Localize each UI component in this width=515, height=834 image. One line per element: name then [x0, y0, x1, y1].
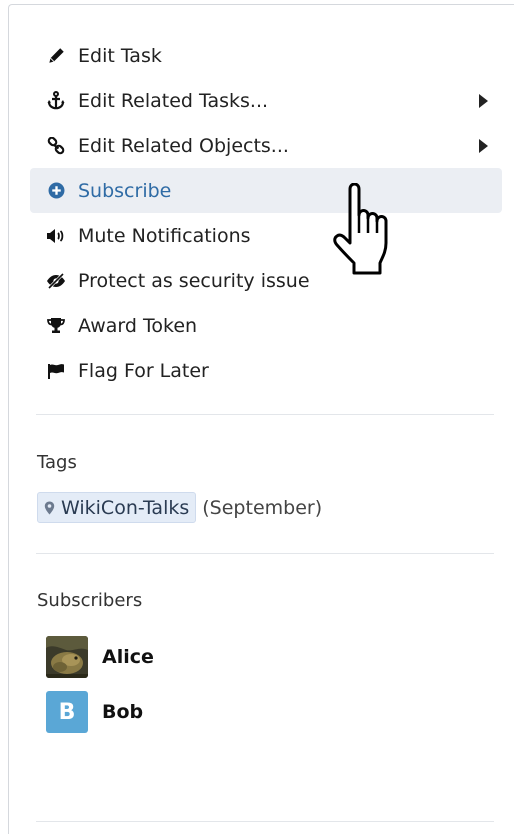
plus-circle-icon	[44, 182, 68, 199]
subscriber-name[interactable]: Alice	[102, 646, 154, 668]
submenu-arrow-icon	[479, 138, 488, 153]
tag-suffix: (September)	[202, 496, 323, 519]
award-token-action[interactable]: Award Token	[30, 303, 502, 348]
eye-slash-icon	[44, 272, 68, 289]
action-label: Protect as security issue	[78, 269, 310, 292]
edit-task-action[interactable]: Edit Task	[30, 33, 502, 78]
edit-related-objects-action[interactable]: Edit Related Objects...	[30, 123, 502, 168]
action-label: Flag For Later	[78, 359, 209, 382]
action-list: Edit Task Edit Related Tasks... Edit Rel…	[30, 33, 502, 393]
link-icon	[44, 136, 68, 155]
action-label: Award Token	[78, 314, 198, 337]
protect-security-action[interactable]: Protect as security issue	[30, 258, 502, 303]
tag-chip[interactable]: WikiCon-Talks	[37, 492, 197, 523]
edit-related-tasks-action[interactable]: Edit Related Tasks...	[30, 78, 502, 123]
subscribers-title: Subscribers	[37, 590, 143, 611]
volume-icon	[44, 228, 68, 244]
action-label: Edit Related Objects...	[78, 134, 289, 157]
action-label: Edit Task	[78, 44, 162, 67]
section-divider	[36, 821, 494, 822]
subscribe-action[interactable]: Subscribe	[30, 168, 502, 213]
subscriber-bob[interactable]: B Bob	[46, 691, 143, 733]
flag-for-later-action[interactable]: Flag For Later	[30, 348, 502, 393]
anchor-icon	[44, 91, 68, 110]
avatar	[46, 636, 88, 678]
action-label: Subscribe	[78, 179, 172, 202]
tag-row: WikiCon-Talks (September)	[37, 492, 322, 523]
tag-name: WikiCon-Talks	[61, 496, 190, 519]
section-divider	[36, 553, 494, 554]
subscriber-name[interactable]: Bob	[102, 701, 143, 723]
action-label: Edit Related Tasks...	[78, 89, 269, 112]
section-divider	[36, 414, 494, 415]
subscriber-alice[interactable]: Alice	[46, 636, 154, 678]
action-label: Mute Notifications	[78, 224, 251, 247]
map-pin-icon	[44, 501, 55, 515]
trophy-icon	[44, 317, 68, 334]
avatar: B	[46, 691, 88, 733]
mute-notifications-action[interactable]: Mute Notifications	[30, 213, 502, 258]
submenu-arrow-icon	[479, 93, 488, 108]
flag-icon	[44, 363, 68, 379]
tags-title: Tags	[37, 452, 77, 473]
pencil-icon	[44, 47, 68, 64]
